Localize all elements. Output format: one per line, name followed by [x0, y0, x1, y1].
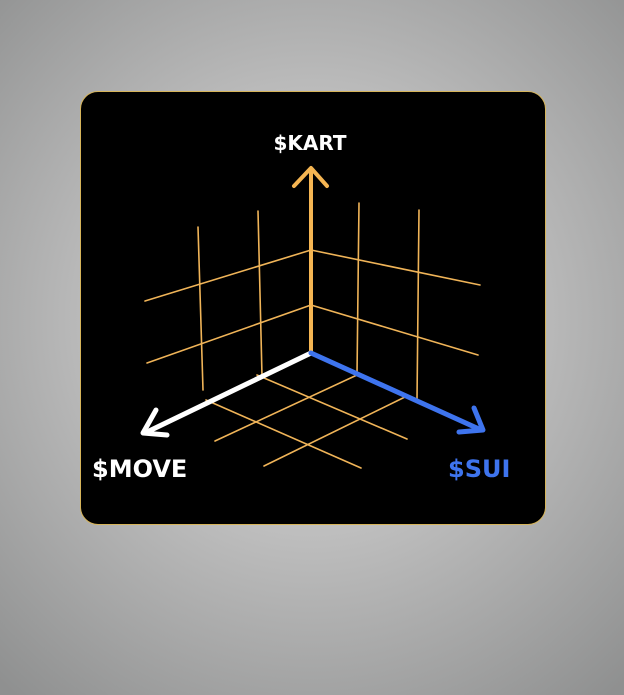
kart-axis-label: $KART [273, 131, 346, 155]
right-wall-horizontal-line [310, 304, 479, 356]
right-wall-vertical-line [356, 202, 360, 376]
diagram-card: $KART $MOVE $SUI [80, 91, 546, 525]
floor-line [263, 395, 408, 467]
right-wall-vertical-line [416, 209, 420, 401]
left-wall-vertical-line [197, 226, 204, 391]
sui-axis-arrow [308, 350, 486, 435]
move-axis-arrow [140, 350, 314, 438]
right-wall-horizontal-line [310, 249, 481, 286]
axes-diagram: $KART $MOVE $SUI [92, 131, 510, 483]
left-wall-vertical-line [257, 210, 263, 377]
left-wall-horizontal-line [146, 304, 312, 364]
sui-axis-label: $SUI [448, 455, 510, 483]
move-axis-label: $MOVE [92, 455, 187, 483]
kart-axis-arrow [292, 166, 329, 355]
left-wall-horizontal-line [144, 249, 312, 302]
